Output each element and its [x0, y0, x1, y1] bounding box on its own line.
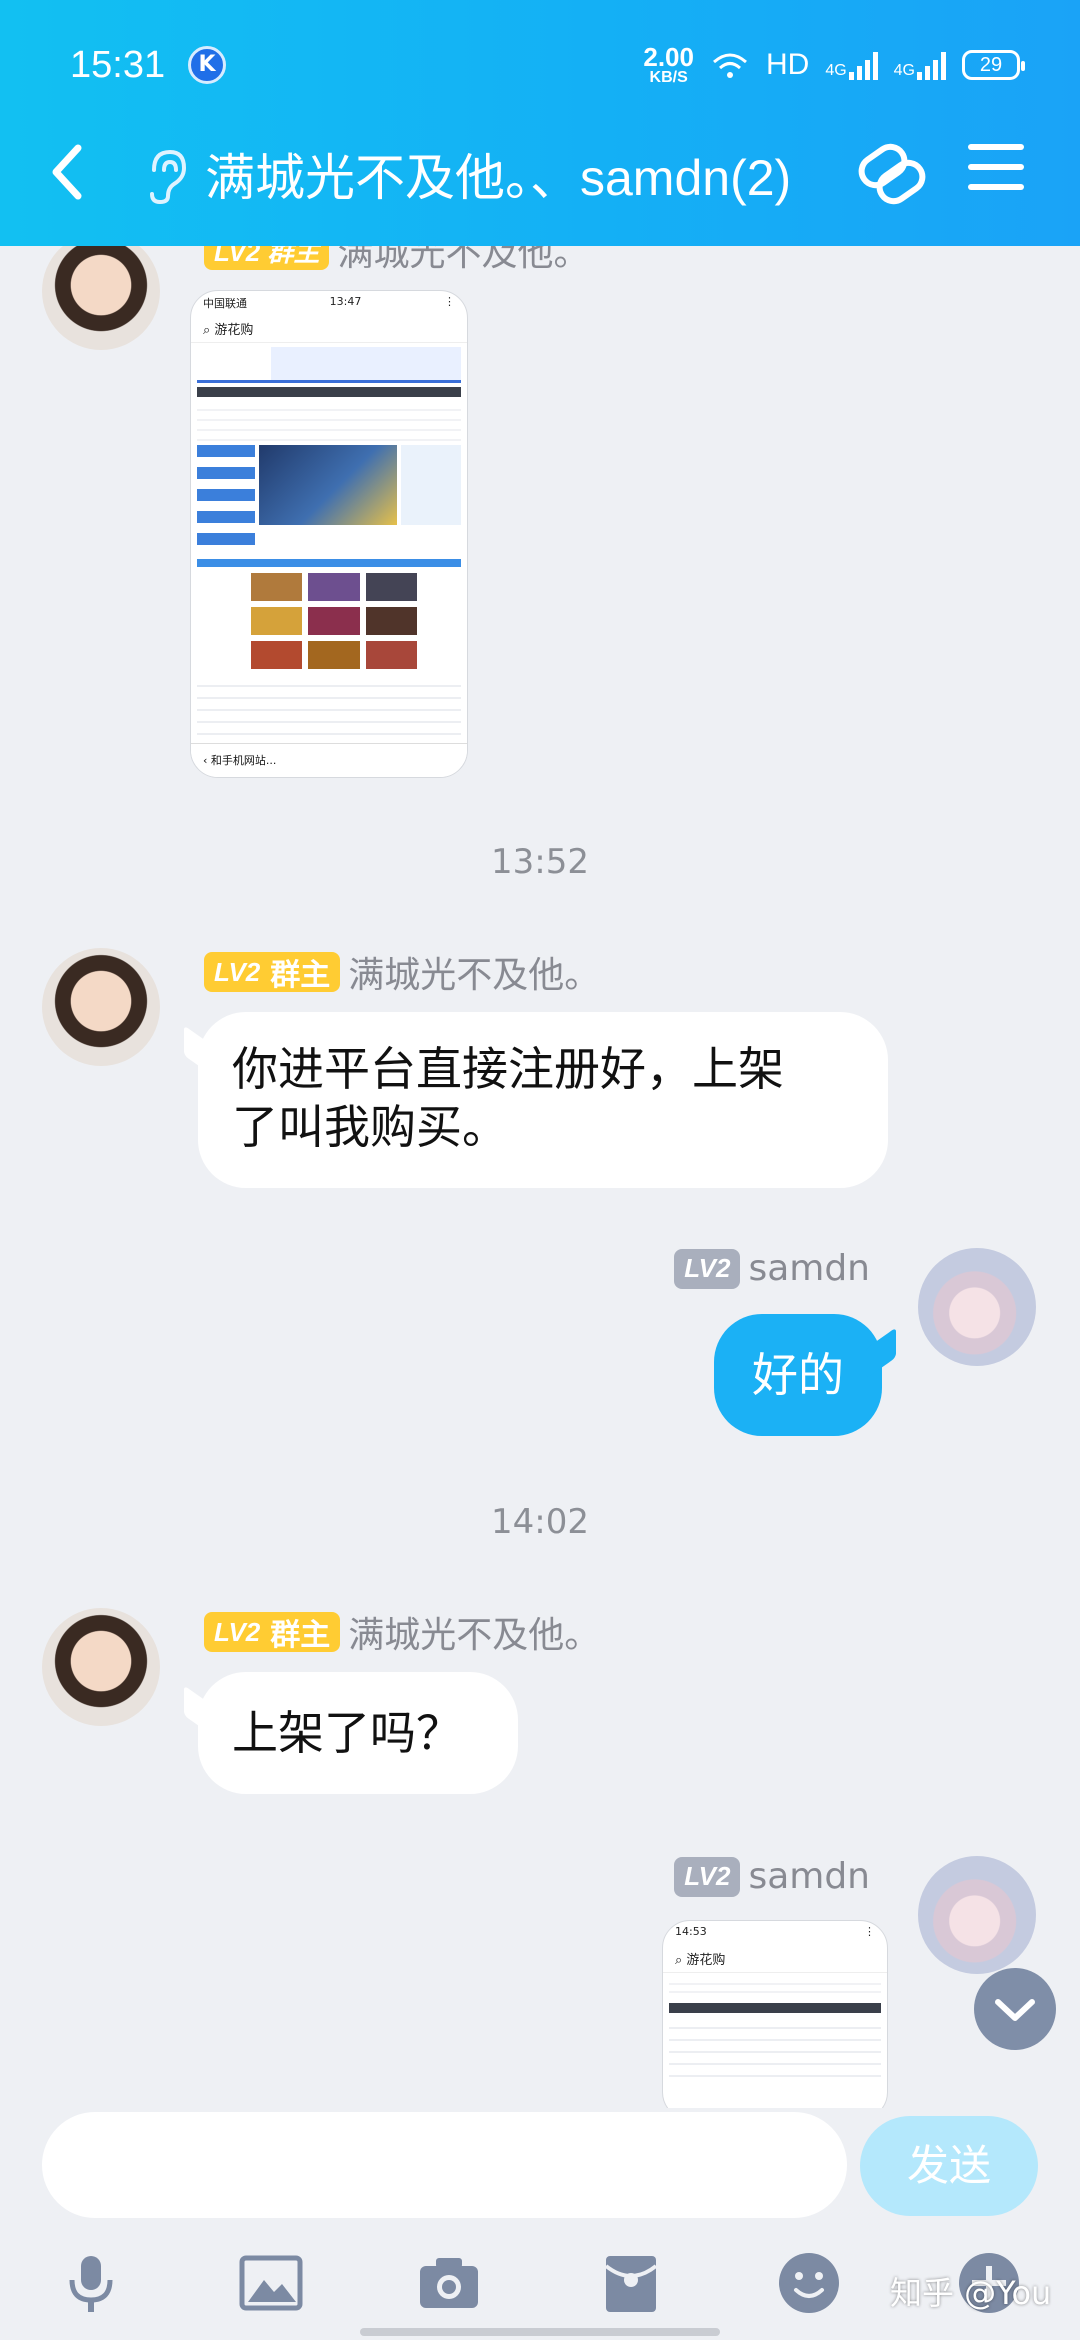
menu-icon[interactable]: [968, 144, 1024, 200]
message-text-line: 你进平台直接注册好，上架: [232, 1042, 784, 1096]
image-banner-row: [197, 347, 461, 383]
image-list-rows: [669, 2017, 881, 2077]
timestamp: 14:02: [491, 1502, 589, 1542]
level-text: LV2: [214, 1616, 261, 1647]
app-header: 15:31 K 2.00 KB/S HD 4G 4G 29 满城光不及他。、sa…: [0, 0, 1080, 246]
image-search-bar: ⌕ 游花购: [191, 313, 467, 343]
avatar-self[interactable]: [918, 1248, 1036, 1366]
level-text: LV2: [214, 956, 261, 987]
level-badge: LV2: [674, 1856, 741, 1897]
image-sidebar: [197, 445, 255, 555]
nav-bar: 满城光不及他。、samdn(2): [0, 128, 1080, 218]
image-link-rows: [669, 1977, 881, 1999]
app-k-icon: K: [188, 46, 226, 84]
wifi-icon: [712, 53, 747, 78]
image-time: 13:47: [329, 295, 362, 308]
group-link-icon[interactable]: [850, 138, 930, 208]
level-badge: LV2 群主: [204, 1612, 341, 1652]
hd-label: HD: [765, 48, 810, 81]
sender-name: 满城光不及他。: [348, 1615, 601, 1656]
chevron-down-icon: [995, 1999, 1035, 2021]
sim-label: 4G: [893, 62, 915, 79]
sim-label: 4G: [825, 62, 847, 79]
role-text: 群主: [270, 1619, 331, 1652]
image-icon[interactable]: [236, 2248, 306, 2318]
level-badge: LV2: [674, 1248, 741, 1289]
image-search-bar: ⌕ 游花购: [663, 1943, 887, 1973]
sender-name: samdn: [748, 1248, 870, 1289]
send-button[interactable]: 发送: [860, 2116, 1038, 2216]
status-bar: 15:31 K 2.00 KB/S HD 4G 4G 29: [0, 38, 1080, 98]
message-header: LV2 samdn: [674, 1248, 870, 1289]
network-speed-unit: KB/S: [649, 69, 688, 86]
image-hero-banner: [259, 445, 397, 525]
image-bottom-bar: ‹ 和手机网站...: [191, 743, 467, 777]
watermark: 知乎 @You: [890, 2274, 1052, 2312]
image-time: 14:53: [675, 1925, 707, 1938]
chat-area[interactable]: LV2 群主 满城光不及他。 中国联通 13:47 ⋮ ⌕ 游花购 ‹ 和手机网…: [0, 0, 1080, 2108]
message-text: 好的: [752, 1348, 844, 1402]
image-game-grid: [251, 573, 417, 669]
image-blue-strip: [197, 559, 461, 567]
image-message-self[interactable]: 14:53 ⋮ ⌕ 游花购: [662, 1920, 888, 2108]
role-text: 群主: [270, 959, 331, 992]
signal-icon: [848, 50, 878, 80]
red-packet-icon[interactable]: [596, 2248, 666, 2318]
image-nav-strip: [669, 2003, 881, 2013]
camera-icon[interactable]: [414, 2248, 484, 2318]
message-bubble-self[interactable]: 好的: [714, 1314, 882, 1436]
battery-icon: 29: [962, 50, 1025, 80]
avatar-group-owner[interactable]: [42, 948, 160, 1066]
image-bottom-input: 和手机网站...: [210, 754, 277, 767]
image-nav-strip: [197, 387, 461, 397]
image-message[interactable]: 中国联通 13:47 ⋮ ⌕ 游花购 ‹ 和手机网站...: [190, 290, 468, 778]
network-speed: 2.00 KB/S: [643, 44, 694, 86]
message-input[interactable]: [42, 2112, 847, 2218]
signal-2: 4G: [894, 50, 946, 80]
message-bubble[interactable]: 上架了吗？: [198, 1672, 518, 1794]
message-header: LV2 群主 满城光不及他。: [204, 1606, 600, 1658]
message-header: LV2 samdn: [674, 1856, 870, 1897]
input-bar: 发送 知乎 @You: [0, 2108, 1080, 2340]
image-search-text: 游花购: [214, 323, 254, 338]
chat-title: 满城光不及他。、samdn(2): [205, 150, 792, 206]
avatar-group-owner[interactable]: [42, 1608, 160, 1726]
message-text: 上架了吗？: [232, 1706, 462, 1760]
status-time: 15:31: [70, 44, 166, 86]
level-badge: LV2 群主: [204, 952, 341, 992]
avatar-self[interactable]: [918, 1856, 1036, 1974]
message-header: LV2 群主 满城光不及他。: [204, 946, 600, 998]
emoji-icon[interactable]: [774, 2248, 844, 2318]
image-search-text: 游花购: [686, 1953, 726, 1968]
image-main-row: [197, 445, 461, 555]
signal-icon: [917, 50, 946, 80]
avatar-group-owner[interactable]: [42, 232, 160, 350]
status-indicators: 2.00 KB/S HD 4G 4G 29: [643, 44, 1025, 86]
sender-name: 满城光不及他。: [348, 955, 601, 996]
message-text-line: 了叫我购买。: [232, 1100, 508, 1154]
back-icon[interactable]: [40, 132, 100, 212]
message-bubble[interactable]: 你进平台直接注册好，上架 了叫我购买。: [198, 1012, 888, 1188]
scroll-to-bottom-button[interactable]: [974, 1968, 1056, 2050]
sender-name: samdn: [748, 1856, 870, 1897]
network-speed-value: 2.00: [643, 42, 694, 72]
image-carrier: 中国联通: [203, 297, 247, 310]
image-side-panel: [401, 445, 461, 525]
home-indicator: [360, 2328, 720, 2336]
image-status-row: 14:53 ⋮: [675, 1925, 875, 1938]
signal-1: 4G: [825, 50, 878, 80]
timestamp: 13:52: [491, 842, 589, 882]
ear-icon: [150, 149, 187, 204]
image-status-row: 中国联通 13:47 ⋮: [203, 295, 455, 310]
image-link-rows: [197, 401, 461, 441]
microphone-icon[interactable]: [56, 2248, 126, 2318]
